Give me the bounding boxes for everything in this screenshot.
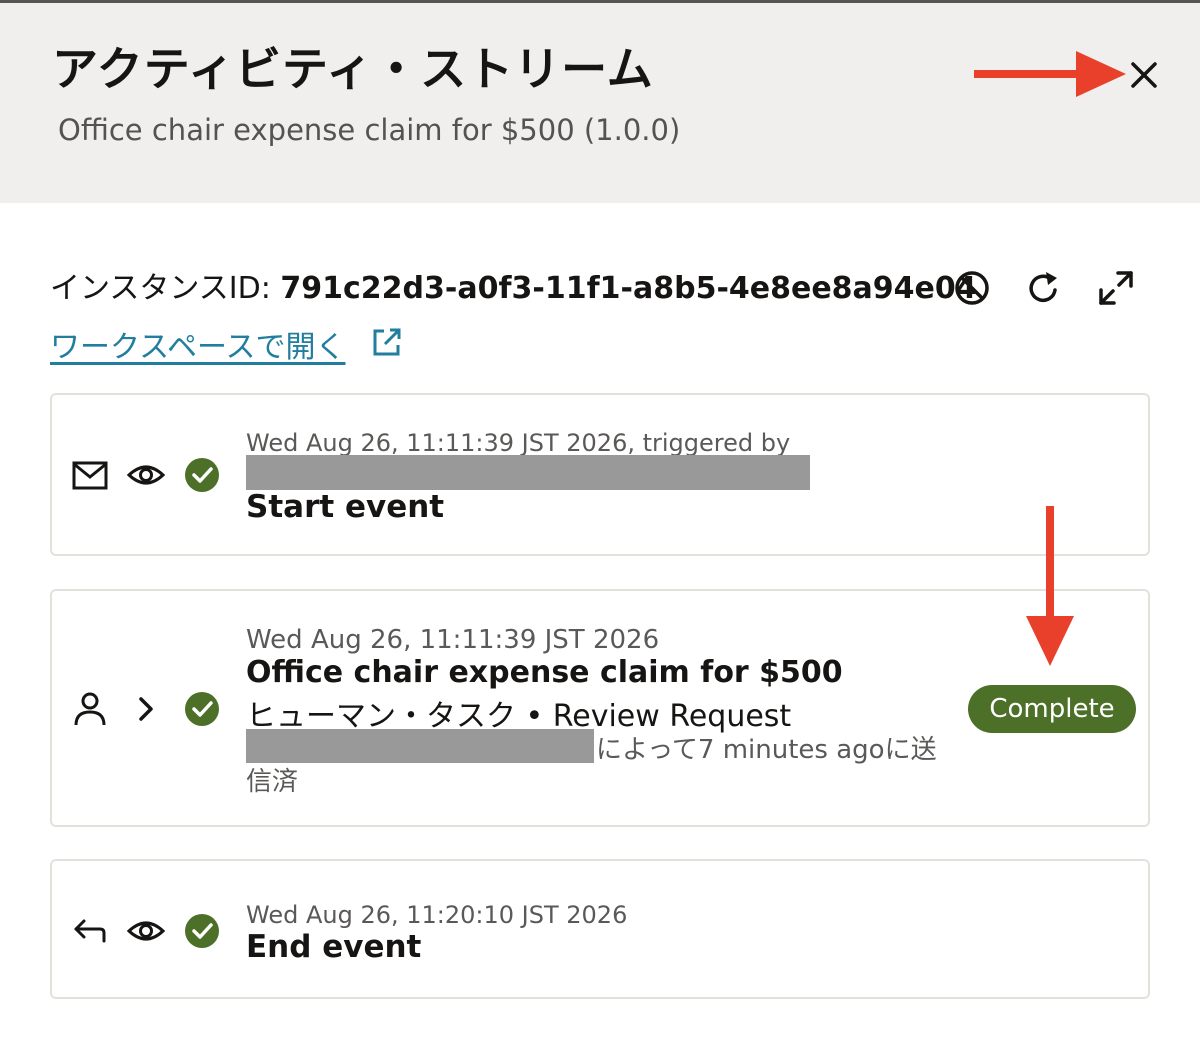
eye-icon[interactable] [126,911,166,951]
person-icon [74,692,106,726]
arrow-left-icon [74,919,106,943]
eye-icon[interactable] [126,455,166,495]
open-in-workspace-link[interactable]: ワークスペースで開く [50,322,346,366]
page-title: アクティビティ・ストリーム [52,42,654,96]
external-link-icon[interactable] [370,325,404,359]
check-circle-icon [185,692,219,726]
event-timestamp: Wed Aug 26, 11:20:10 JST 2026 [246,901,628,929]
instance-id-row: インスタンスID: 791c22d3-a0f3-11f1-a8b5-4e8ee8… [50,266,977,312]
instance-id-label: インスタンスID: [50,271,281,306]
event-timestamp: Wed Aug 26, 11:11:39 JST 2026, triggered… [246,429,791,457]
expand-icon[interactable] [1096,268,1136,308]
submitted-info-wrap: 信済 [246,767,299,797]
annotation-arrow-down [1026,506,1074,666]
check-circle-icon [185,458,219,492]
close-icon[interactable] [1124,55,1164,95]
redacted-user [246,729,594,763]
event-title: End event [246,929,422,965]
refresh-icon[interactable] [1024,268,1064,308]
instance-id-value: 791c22d3-a0f3-11f1-a8b5-4e8ee8a94e04 [280,271,977,306]
event-title: Office chair expense claim for $500 [246,655,843,690]
check-circle-icon [185,914,219,948]
event-card-start: Wed Aug 26, 11:11:39 JST 2026, triggered… [50,393,1150,556]
event-timestamp: Wed Aug 26, 11:11:39 JST 2026 [246,625,660,655]
block-icon[interactable] [952,268,992,308]
annotation-arrow-right [974,51,1126,97]
event-card-end: Wed Aug 26, 11:20:10 JST 2026 End event [50,859,1150,999]
event-card-human-task: Wed Aug 26, 11:11:39 JST 2026 Office cha… [50,589,1150,827]
panel-header: アクティビティ・ストリーム Office chair expense claim… [0,3,1200,203]
status-badge[interactable]: Complete [968,685,1136,733]
submitted-info: によって7 minutes agoに送 [596,735,937,765]
event-title: Start event [246,489,445,525]
mail-icon [72,461,108,490]
page-subtitle: Office chair expense claim for $500 (1.0… [58,113,681,147]
redacted-user [246,455,810,490]
chevron-right-icon[interactable] [126,689,166,729]
